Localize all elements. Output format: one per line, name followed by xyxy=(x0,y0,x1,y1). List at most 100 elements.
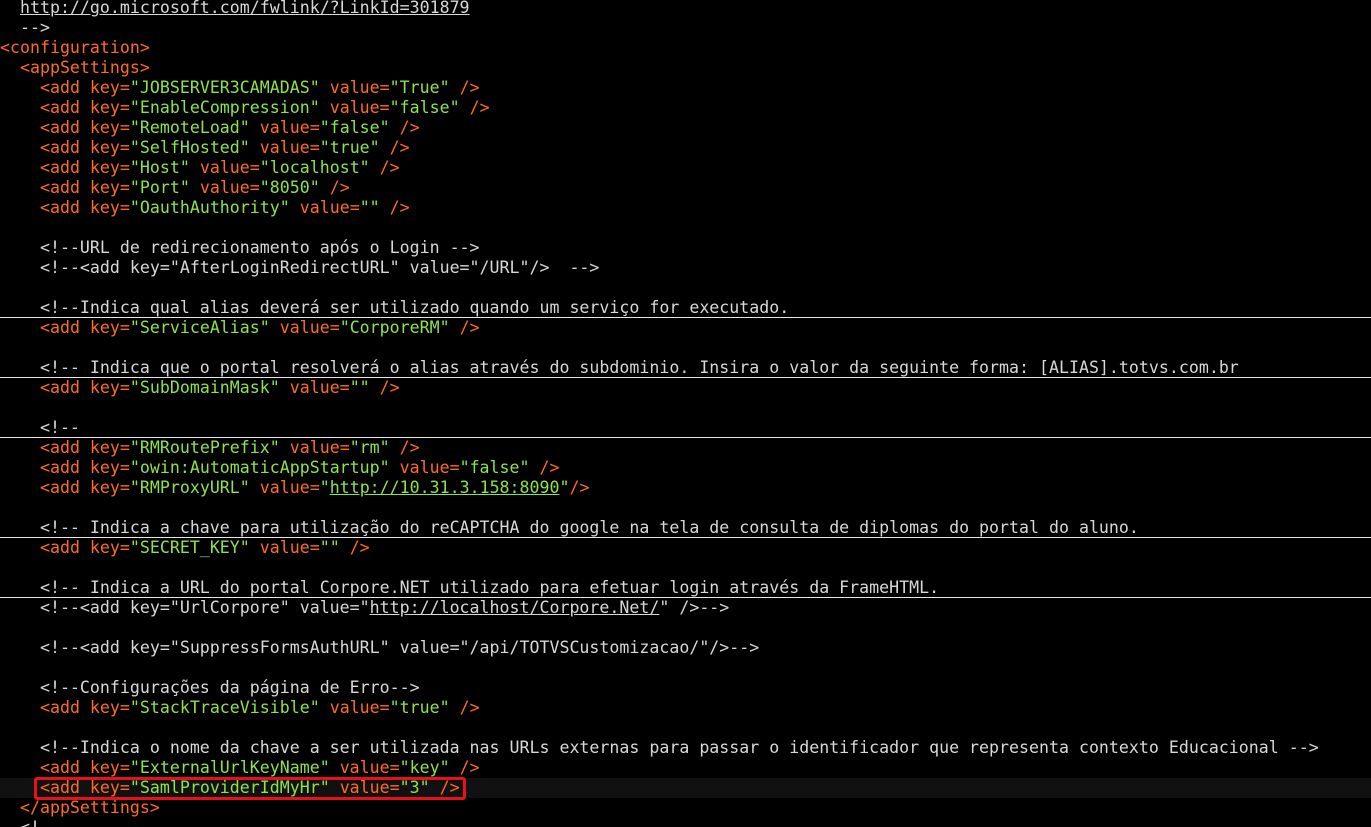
code-token: <add xyxy=(39,118,90,137)
code-token: key= xyxy=(89,118,130,137)
code-token: "RemoteLoad" xyxy=(129,118,250,137)
code-token: <!--Indica o nome da chave a ser utiliza… xyxy=(0,738,1319,757)
code-line[interactable]: <add key="RMProxyURL" value="http://10.3… xyxy=(0,478,590,498)
line-separator xyxy=(0,437,1371,438)
code-token: <add xyxy=(39,158,90,177)
code-line[interactable]: <!-- xyxy=(0,818,60,827)
code-token: <add xyxy=(39,78,90,97)
code-line[interactable]: <add key="Host" value="localhost" /> xyxy=(0,158,400,178)
code-token: value= xyxy=(269,318,340,337)
code-token: "owin:AutomaticAppStartup" xyxy=(129,458,390,477)
code-line[interactable]: <!--<add key="SuppressFormsAuthURL" valu… xyxy=(0,638,759,658)
code-line[interactable]: <!--URL de redirecionamento após o Login… xyxy=(0,238,480,258)
code-token: /> xyxy=(389,438,420,457)
code-token: "RMProxyURL" xyxy=(129,478,250,497)
code-token: <add xyxy=(39,458,90,477)
code-token: value= xyxy=(189,158,260,177)
code-line[interactable]: <add key="RemoteLoad" value="false" /> xyxy=(0,118,420,138)
code-line[interactable]: <add key="RMRoutePrefix" value="rm" /> xyxy=(0,438,420,458)
code-token: key= xyxy=(89,78,130,97)
code-line[interactable]: http://go.microsoft.com/fwlink/?LinkId=3… xyxy=(0,0,470,18)
code-token: value= xyxy=(249,118,320,137)
code-token: "" xyxy=(359,198,380,217)
code-token: key= xyxy=(89,458,130,477)
code-line[interactable]: <add key="StackTraceVisible" value="true… xyxy=(0,698,480,718)
code-token: <!--URL de redirecionamento após o Login… xyxy=(0,238,480,257)
code-token: "true" xyxy=(389,698,450,717)
code-token: key= xyxy=(89,758,130,777)
code-token: " />--> xyxy=(659,598,730,617)
code-token: <add xyxy=(39,438,90,457)
code-token: /> xyxy=(459,98,490,117)
code-line[interactable]: <!-- Indica a URL do portal Corpore.NET … xyxy=(0,578,939,598)
code-line[interactable]: <!-- Indica a chave para utilização do r… xyxy=(0,518,1139,538)
code-token: /> xyxy=(369,158,400,177)
code-token: "8050" xyxy=(259,178,320,197)
line-separator xyxy=(0,377,1371,378)
code-token: <!-- Indica a chave para utilização do r… xyxy=(0,518,1139,537)
code-line[interactable]: <add key="ServiceAlias" value="CorporeRM… xyxy=(0,318,480,338)
code-token: "false" xyxy=(319,118,390,137)
code-line[interactable]: <add key="OauthAuthority" value="" /> xyxy=(0,198,410,218)
code-token: "SubDomainMask" xyxy=(129,378,280,397)
code-token: "" xyxy=(349,378,370,397)
code-line[interactable]: <add key="SubDomainMask" value="" /> xyxy=(0,378,400,398)
code-line[interactable]: <add key="EnableCompression" value="fals… xyxy=(0,98,490,118)
code-token: value= xyxy=(249,138,320,157)
code-line[interactable]: <!--<add key="AfterLoginRedirectURL" val… xyxy=(0,258,599,278)
code-line[interactable]: <!-- Indica que o portal resolverá o ali… xyxy=(0,358,1239,378)
code-line[interactable]: <add key="Port" value="8050" /> xyxy=(0,178,350,198)
code-line[interactable]: <!--Indica qual alias deverá ser utiliza… xyxy=(0,298,789,318)
code-line[interactable]: <!--Indica o nome da chave a ser utiliza… xyxy=(0,738,1319,758)
code-line[interactable]: <add key="SECRET_KEY" value="" /> xyxy=(0,538,370,558)
code-token: value= xyxy=(189,178,260,197)
code-token: " xyxy=(559,478,570,497)
code-line[interactable]: <!--<add key="UrlCorpore" value="http://… xyxy=(0,598,729,618)
line-separator xyxy=(0,317,1371,318)
code-line[interactable]: </appSettings> xyxy=(0,798,160,818)
code-token: key= xyxy=(89,98,130,117)
code-token: </appSettings> xyxy=(19,798,160,817)
code-line[interactable]: <appSettings> xyxy=(0,58,150,78)
code-token: "True" xyxy=(389,78,450,97)
code-token: "SECRET_KEY" xyxy=(129,538,250,557)
code-token: <configuration> xyxy=(0,38,150,57)
code-line[interactable]: <configuration> xyxy=(0,38,150,58)
code-line[interactable]: <add key="owin:AutomaticAppStartup" valu… xyxy=(0,458,560,478)
code-token: <!-- Indica que o portal resolverá o ali… xyxy=(0,358,1239,377)
line-separator xyxy=(0,597,1371,598)
code-editor[interactable]: http://go.microsoft.com/fwlink/?LinkId=3… xyxy=(0,0,1371,827)
selection-highlight-box xyxy=(33,777,466,800)
code-token: "key" xyxy=(399,758,450,777)
code-line[interactable]: <add key="ExternalUrlKeyName" value="key… xyxy=(0,758,480,778)
code-link[interactable]: http://10.31.3.158:8090 xyxy=(330,478,560,497)
code-line[interactable]: --> xyxy=(0,18,50,38)
code-token: <add xyxy=(39,378,90,397)
code-line[interactable]: <!-- xyxy=(0,418,80,438)
code-token: <add xyxy=(39,698,90,717)
code-token: key= xyxy=(89,138,130,157)
code-token: "Port" xyxy=(129,178,190,197)
code-token: key= xyxy=(89,438,130,457)
code-token: key= xyxy=(89,538,130,557)
code-token: value= xyxy=(249,478,320,497)
code-line[interactable]: <!--Configurações da página de Erro--> xyxy=(0,678,420,698)
code-token: <!-- xyxy=(0,418,80,437)
code-link[interactable]: http://go.microsoft.com/fwlink/?LinkId=3… xyxy=(20,0,470,17)
code-token: <add xyxy=(39,538,90,557)
code-line[interactable]: <add key="JOBSERVER3CAMADAS" value="True… xyxy=(0,78,480,98)
code-token: <appSettings> xyxy=(19,58,150,77)
code-link[interactable]: http://localhost/Corpore.Net/ xyxy=(370,598,660,617)
code-line[interactable]: <add key="SelfHosted" value="true" /> xyxy=(0,138,410,158)
code-token: <!--<add key="AfterLoginRedirectURL" val… xyxy=(0,258,600,277)
code-token: <!--<add key="SuppressFormsAuthURL" valu… xyxy=(0,638,760,657)
